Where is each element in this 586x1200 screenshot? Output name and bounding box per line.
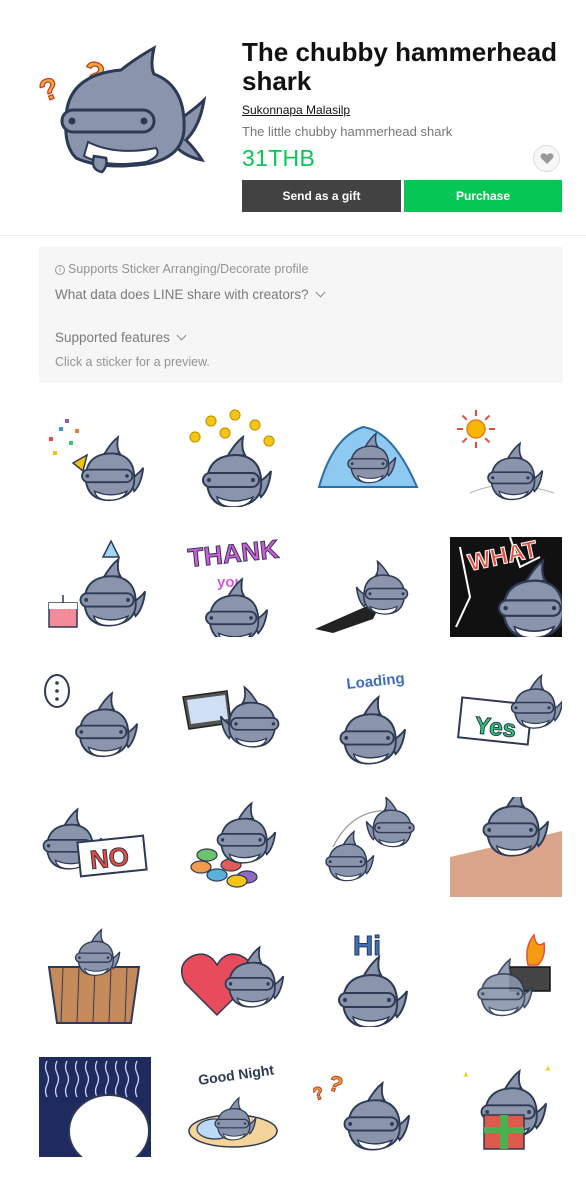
sticker-good-night: Good Night [188, 1061, 278, 1148]
sticker-header: ? ? The chubby hammerhead shark Sukonnap… [0, 0, 586, 236]
sticker-hot-sun [457, 410, 555, 501]
sticker-laptop [182, 685, 280, 748]
sticker-item[interactable] [39, 927, 151, 1027]
sticker-item[interactable]: Yes [450, 667, 562, 767]
svg-text:?: ? [36, 71, 64, 108]
sticker-ice-block [317, 425, 419, 488]
svg-text:Good Night: Good Night [197, 1061, 275, 1087]
sticker-birthday-cake [48, 539, 147, 628]
sticker-speech-dots [44, 674, 139, 758]
sticker-item[interactable] [450, 927, 562, 1027]
sticker-item[interactable]: ?? [313, 1057, 425, 1157]
sticker-item[interactable]: Hi [313, 927, 425, 1027]
supports-note: i Supports Sticker Arranging/Decorate pro… [55, 262, 308, 276]
sticker-item[interactable] [177, 407, 289, 507]
author-link[interactable]: Sukonnapa Malasilp [242, 103, 350, 117]
purchase-button[interactable]: Purchase [404, 180, 562, 212]
sticker-peek-wall [450, 797, 562, 897]
send-gift-button[interactable]: Send as a gift [242, 180, 401, 212]
sticker-item[interactable] [313, 407, 425, 507]
sticker-hi-wave: Hi [338, 930, 408, 1027]
sticker-what-shock: WHAT [450, 537, 562, 637]
sticker-item[interactable]: WHAT [450, 537, 562, 637]
sticker-heart [180, 945, 285, 1017]
sticker-item[interactable]: THANK you [177, 537, 289, 637]
sticker-gift-box [462, 1065, 550, 1150]
like-button[interactable] [533, 145, 560, 172]
sticker-item[interactable]: NO [39, 797, 151, 897]
preview-hint: Click a sticker for a preview. [55, 355, 210, 369]
sticker-item[interactable] [39, 407, 151, 507]
sticker-item[interactable] [313, 537, 425, 637]
sticker-item[interactable] [313, 797, 425, 897]
sticker-loading: Loading [339, 670, 407, 765]
sticker-item[interactable]: Good Night [177, 1057, 289, 1157]
sticker-coins [189, 409, 275, 507]
sticker-item[interactable] [177, 927, 289, 1027]
sticker-item[interactable] [450, 797, 562, 897]
sticker-flipping [325, 797, 415, 882]
sticker-item[interactable] [39, 537, 151, 637]
sticker-description: The little chubby hammerhead shark [242, 124, 453, 139]
sticker-item[interactable] [450, 1057, 562, 1157]
sticker-title: The chubby hammerhead shark [242, 37, 557, 96]
chevron-down-icon [315, 287, 326, 298]
svg-text:THANK: THANK [186, 537, 280, 573]
sticker-no-sign: NO [42, 807, 148, 878]
info-icon: i [55, 265, 65, 275]
svg-text:NO: NO [88, 841, 130, 875]
sticker-gloomy [39, 1057, 151, 1157]
sticker-thank-you: THANKyou [186, 537, 281, 637]
sticker-party-popper [49, 419, 145, 502]
sticker-zooming [315, 559, 409, 633]
sticker-bath-tub [47, 928, 141, 1024]
sticker-question: ?? [313, 1069, 411, 1151]
sticker-item[interactable]: Loading [313, 667, 425, 767]
sticker-toaster-fire [477, 933, 551, 1017]
sticker-item[interactable] [177, 797, 289, 897]
heart-icon [540, 153, 553, 164]
data-share-label: What data does LINE share with creators? [55, 287, 309, 302]
svg-text:Hi: Hi [353, 930, 381, 961]
price-label: 31THB [242, 145, 316, 171]
supported-features-label: Supported features [55, 330, 170, 345]
sticker-item[interactable] [177, 667, 289, 767]
svg-text:Yes: Yes [473, 712, 517, 743]
sticker-fish-pile [190, 801, 277, 888]
info-panel: i Supports Sticker Arranging/Decorate pro… [39, 247, 563, 383]
supported-features-toggle[interactable]: Supported features [55, 330, 187, 345]
main-sticker-image: ? ? [36, 45, 207, 174]
data-share-toggle[interactable]: What data does LINE share with creators? [55, 287, 326, 302]
sticker-item[interactable] [39, 1057, 151, 1157]
svg-text:Loading: Loading [346, 670, 406, 693]
sticker-item[interactable] [450, 407, 562, 507]
sticker-yes-sign: Yes [457, 673, 562, 746]
svg-text:?: ? [325, 1070, 346, 1098]
supports-text: Supports Sticker Arranging/Decorate prof… [68, 262, 309, 276]
chevron-down-icon [176, 330, 187, 341]
sticker-item[interactable] [39, 667, 151, 767]
